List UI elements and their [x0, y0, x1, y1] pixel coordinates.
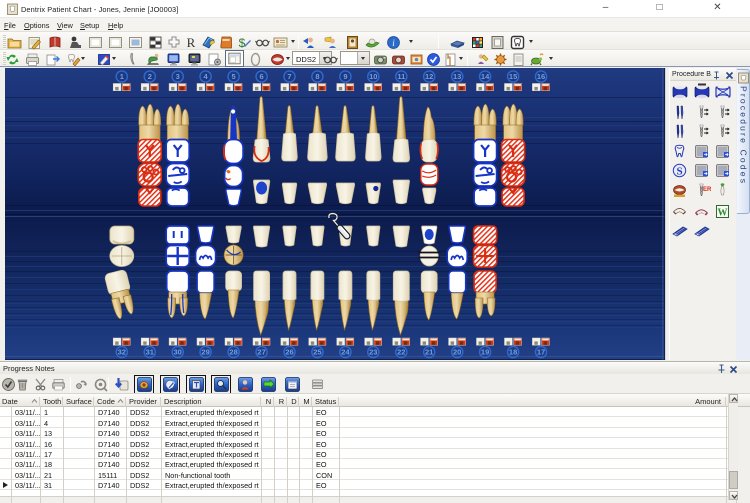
- svg-text:21: 21: [425, 348, 433, 357]
- svg-text:25: 25: [313, 348, 321, 357]
- svg-text:7: 7: [287, 72, 291, 81]
- svg-text:W: W: [718, 208, 728, 219]
- svg-text:17: 17: [537, 348, 545, 357]
- svg-text:27: 27: [257, 348, 265, 357]
- svg-text:12: 12: [425, 72, 433, 81]
- svg-text:26: 26: [285, 348, 293, 357]
- svg-text:5: 5: [232, 72, 236, 81]
- svg-text:28: 28: [229, 348, 237, 357]
- svg-text:9: 9: [343, 72, 347, 81]
- svg-text:6: 6: [260, 72, 264, 81]
- svg-text:18: 18: [509, 348, 517, 357]
- svg-text:23: 23: [369, 348, 377, 357]
- svg-text:30: 30: [174, 348, 182, 357]
- svg-text:S: S: [676, 166, 682, 178]
- svg-text:10: 10: [369, 72, 377, 81]
- svg-text:32: 32: [118, 348, 126, 357]
- svg-text:1: 1: [120, 72, 124, 81]
- svg-text:8: 8: [315, 72, 319, 81]
- svg-text:31: 31: [146, 348, 154, 357]
- svg-text:ER: ER: [703, 187, 711, 193]
- svg-text:13: 13: [453, 72, 461, 81]
- svg-text:3: 3: [176, 72, 180, 81]
- svg-text:R: R: [186, 35, 195, 50]
- svg-text:29: 29: [201, 348, 209, 357]
- svg-text:24: 24: [341, 348, 350, 357]
- svg-text:16: 16: [537, 72, 545, 81]
- svg-text:2: 2: [148, 72, 152, 81]
- svg-text:19: 19: [481, 348, 489, 357]
- svg-text:15: 15: [509, 72, 517, 81]
- svg-text:22: 22: [397, 348, 405, 357]
- svg-text:$: $: [238, 36, 245, 50]
- svg-text:20: 20: [453, 348, 461, 357]
- svg-text:11: 11: [397, 72, 405, 81]
- svg-text:14: 14: [481, 72, 490, 81]
